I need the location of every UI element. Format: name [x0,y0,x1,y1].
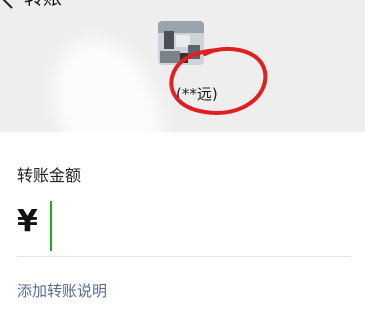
amount-label: 转账金额 [17,166,82,185]
add-transfer-note-link[interactable]: 添加转账说明 [17,281,107,301]
chevron-left-icon [2,0,13,9]
amount-divider [17,256,351,257]
amount-input[interactable]: ¥ [17,198,351,256]
currency-symbol: ¥ [17,204,38,239]
payee-header-area: 转账 (**远) [0,0,365,132]
text-cursor [50,201,52,251]
page-title: 转账 [24,0,62,10]
back-button[interactable] [0,0,16,10]
payee-name: (**远) [176,85,218,103]
payee-avatar [158,21,204,65]
